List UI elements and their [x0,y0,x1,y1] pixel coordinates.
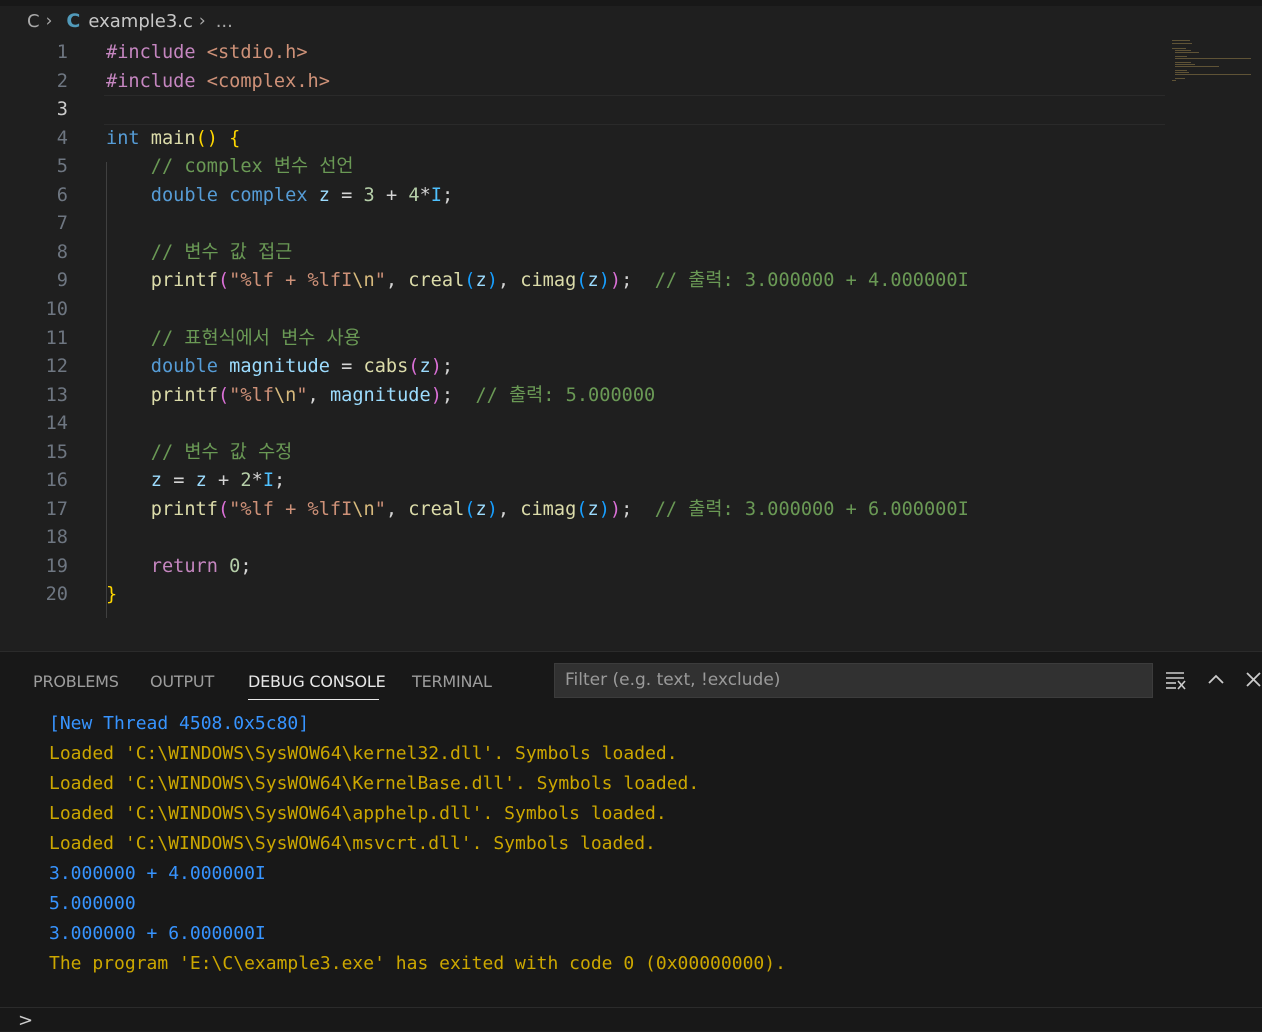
code-text: printf("%lf + %lfI\n", creal(z), cimag(z… [150,498,969,520]
line-number: 12 [45,356,68,378]
code-line[interactable]: 18 [0,524,1262,553]
line-number: 14 [45,413,68,435]
maximize-panel-icon[interactable] [1204,668,1228,692]
bottom-panel: PROBLEMS OUTPUT DEBUG CONSOLE TERMINAL F… [0,651,1262,1031]
code-text: // 변수 값 수정 [150,441,293,463]
tab-problems[interactable]: PROBLEMS [33,672,119,691]
line-number: 18 [45,527,68,549]
code-line[interactable]: 1 #include <stdio.h> [0,39,1262,68]
console-line: The program 'E:\C\example3.exe' has exit… [49,953,786,974]
code-line[interactable]: 7 [0,210,1262,239]
code-line[interactable]: 2 #include <complex.h> [0,68,1262,97]
chevron-right-icon: > [18,1010,34,1031]
code-line[interactable]: 16 z = z + 2*I; [0,467,1262,496]
code-line[interactable]: 5 // complex 변수 선언 [0,153,1262,182]
clear-console-icon[interactable] [1164,668,1188,692]
line-number: 7 [56,213,68,235]
console-input[interactable]: > [0,1007,1262,1032]
code-text: } [106,584,118,606]
line-number: 4 [56,127,68,149]
code-text: z = z + 2*I; [150,470,286,492]
breadcrumb-file[interactable]: example3.c [88,11,193,32]
code-text: // 변수 값 접근 [150,241,293,263]
line-number: 3 [56,99,68,121]
code-line[interactable]: 14 [0,410,1262,439]
line-number: 1 [56,42,68,63]
code-line[interactable]: 12 double magnitude = cabs(z); [0,353,1262,382]
c-file-icon: C [66,10,81,32]
code-line[interactable]: 19 return 0; [0,553,1262,582]
line-number: 13 [45,384,68,406]
code-text: // 표현식에서 변수 사용 [150,327,361,349]
chevron-right-icon: › [198,11,206,31]
code-text: printf("%lf + %lfI\n", creal(z), cimag(z… [150,270,969,292]
code-line[interactable]: 8 // 변수 값 접근 [0,239,1262,268]
code-text: // complex 변수 선언 [150,156,354,178]
code-line[interactable]: 3 [0,96,1262,125]
console-line: 3.000000 + 6.000000I [49,923,266,944]
console-line: [New Thread 4508.0x5c80] [49,713,310,734]
console-line: 3.000000 + 4.000000I [49,863,266,884]
filter-input[interactable]: Filter (e.g. text, !exclude) [554,663,1153,698]
console-line: Loaded 'C:\WINDOWS\SysWOW64\KernelBase.d… [49,773,700,794]
line-number: 10 [45,298,68,320]
code-line[interactable]: 9 printf("%lf + %lfI\n", creal(z), cimag… [0,267,1262,296]
line-number: 17 [45,498,68,520]
close-panel-icon[interactable] [1242,668,1262,692]
active-tab-indicator [248,699,379,700]
code-line[interactable]: 11 // 표현식에서 변수 사용 [0,325,1262,354]
line-number: 9 [56,270,68,292]
line-number: 16 [45,470,68,492]
code-line[interactable]: 6 double complex z = 3 + 4*I; [0,182,1262,211]
code-line[interactable]: 13 printf("%lf\n", magnitude); // 출력: 5.… [0,382,1262,411]
tab-debug-console[interactable]: DEBUG CONSOLE [248,672,386,691]
code-text: #include <stdio.h> [106,42,308,63]
tab-terminal[interactable]: TERMINAL [412,672,492,691]
line-number: 2 [56,70,68,92]
line-number: 11 [45,327,68,349]
minimap[interactable] [1172,38,1252,88]
panel-tabs: PROBLEMS OUTPUT DEBUG CONSOLE TERMINAL F… [0,652,1262,708]
line-number: 5 [56,156,68,178]
breadcrumb-folder[interactable]: C [27,11,40,32]
chevron-right-icon: › [45,11,53,31]
code-editor[interactable]: 1 #include <stdio.h> 2 #include <complex.h>… [0,38,1262,650]
code-text: #include <complex.h> [106,70,330,92]
line-number: 15 [45,441,68,463]
code-line[interactable]: 4 int main() { [0,125,1262,154]
code-text: double magnitude = cabs(z); [150,356,454,378]
code-line[interactable]: 10 [0,296,1262,325]
code-line[interactable]: 15 // 변수 값 수정 [0,439,1262,468]
code-text: int main() { [106,127,241,149]
console-line: Loaded 'C:\WINDOWS\SysWOW64\apphelp.dll'… [49,803,667,824]
code-text: printf("%lf\n", magnitude); // 출력: 5.000… [150,384,656,406]
console-line: 5.000000 [49,893,136,914]
tab-output[interactable]: OUTPUT [150,672,214,691]
line-number: 20 [45,584,68,606]
code-line[interactable]: 20} [0,581,1262,610]
console-line: Loaded 'C:\WINDOWS\SysWOW64\msvcrt.dll'.… [49,833,656,854]
line-number: 8 [56,241,68,263]
code-text: double complex z = 3 + 4*I; [150,184,454,206]
line-number: 6 [56,184,68,206]
breadcrumb-symbols[interactable]: ... [216,11,233,32]
console-line: Loaded 'C:\WINDOWS\SysWOW64\kernel32.dll… [49,743,678,764]
line-number: 19 [45,555,68,577]
code-line[interactable]: 17 printf("%lf + %lfI\n", creal(z), cima… [0,496,1262,525]
code-text: return 0; [150,555,252,577]
breadcrumb: C › C example3.c › ... [0,6,1262,36]
